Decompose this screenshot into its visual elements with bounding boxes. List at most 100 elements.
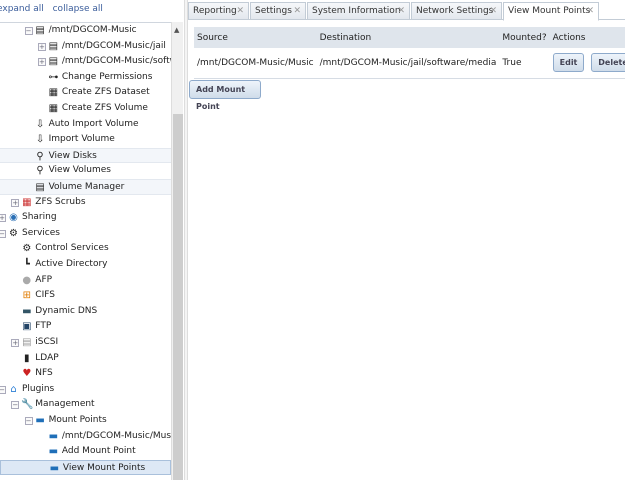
- scrollbar-thumb[interactable]: [173, 114, 183, 480]
- folder-icon: ▬: [35, 415, 45, 426]
- collapse-icon[interactable]: −: [24, 417, 33, 425]
- tree-item[interactable]: ▬/mnt/DGCOM-Music/Music: [0, 429, 171, 445]
- tree-item[interactable]: ▮ LDAP: [0, 351, 171, 367]
- close-tab-icon[interactable]: ✕: [489, 3, 497, 20]
- expand-icon[interactable]: +: [11, 339, 20, 347]
- tree-item[interactable]: ▣ FTP: [0, 319, 171, 335]
- tree-item[interactable]: − ▤/mnt/DGCOM-Music: [0, 23, 171, 39]
- tree-item-label: Create ZFS Dataset: [61, 87, 150, 98]
- tab-label: View Mount Points: [508, 6, 591, 16]
- calendar-icon: ▦: [22, 196, 32, 208]
- tree-item[interactable]: ▦ Create ZFS Dataset: [0, 85, 171, 101]
- tree-item[interactable]: ┗ Active Directory: [0, 257, 171, 273]
- tree-item[interactable]: ⚙ Control Services: [0, 241, 171, 257]
- tree-item-label: Import Volume: [48, 134, 115, 145]
- create-dataset-icon: ▦: [48, 87, 59, 99]
- tab-system-information[interactable]: System Information ✕: [307, 2, 410, 20]
- tree-item-label: Auto Import Volume: [48, 118, 139, 129]
- close-tab-icon[interactable]: ✕: [586, 3, 594, 20]
- tree-item[interactable]: +◉ Sharing: [0, 210, 171, 226]
- sharing-icon: ◉: [9, 212, 18, 224]
- key-icon: ⊶: [48, 71, 59, 83]
- tab-reporting[interactable]: Reporting ✕: [188, 2, 249, 20]
- dataset-icon: ▤: [48, 56, 59, 68]
- edit-button[interactable]: Edit: [552, 53, 585, 73]
- tree-item[interactable]: ⊞ CIFS: [0, 288, 171, 304]
- windows-icon: ⊞: [22, 290, 31, 302]
- tree-controls: expand all collapse all: [0, 4, 109, 14]
- scroll-up-icon[interactable]: ▲: [174, 26, 179, 34]
- expand-icon[interactable]: +: [37, 58, 46, 67]
- tree-item[interactable]: ⇩ Auto Import Volume: [0, 117, 171, 133]
- tree-item[interactable]: − ▬ Mount Points: [0, 413, 171, 429]
- collapse-icon[interactable]: −: [0, 229, 6, 238]
- tree-item[interactable]: + ▤/mnt/DGCOM-Music/jail: [0, 39, 171, 55]
- collapse-icon[interactable]: −: [11, 401, 20, 410]
- tree-item-label: LDAP: [35, 352, 59, 363]
- mount-points-table: Source Destination Mounted? Actions /mnt…: [194, 27, 625, 79]
- add-folder-icon: ▬: [48, 446, 59, 458]
- close-tab-icon[interactable]: ✕: [397, 3, 405, 20]
- tree-item-label: /mnt/DGCOM-Music/jail: [61, 40, 166, 51]
- expand-icon[interactable]: +: [0, 214, 6, 223]
- import-icon: ⇩: [35, 118, 45, 130]
- tree-scrollbar[interactable]: ▲: [171, 22, 183, 480]
- tree-item-label: Plugins: [22, 383, 55, 394]
- tree-item[interactable]: ♥ NFS: [0, 366, 171, 382]
- expand-icon[interactable]: +: [37, 42, 46, 51]
- collapse-all-link[interactable]: collapse all: [53, 4, 103, 14]
- tree-item[interactable]: ▦ Create ZFS Volume: [0, 101, 171, 117]
- plugins-icon: ⌂: [10, 383, 17, 395]
- tree-item[interactable]: ⚲ View Disks: [0, 147, 171, 164]
- collapse-icon[interactable]: −: [24, 27, 33, 35]
- view-disks-icon: ⚲: [36, 150, 44, 162]
- table-header-row: Source Destination Mounted? Actions: [194, 27, 625, 48]
- column-actions: Actions: [549, 27, 625, 48]
- tree-item-label: AFP: [35, 274, 53, 285]
- tree-item-label: CIFS: [35, 290, 55, 301]
- tree-item[interactable]: +▤/mnt/DGCOM-Music/software: [0, 54, 171, 70]
- tree-item[interactable]: + ▦ ZFS Scrubs: [0, 195, 171, 211]
- tree-item[interactable]: ⊶ Change Permissions: [0, 70, 171, 86]
- tree-item[interactable]: ▬ Add Mount Point: [0, 444, 171, 460]
- expand-icon[interactable]: +: [11, 198, 20, 207]
- tab-label: Network Settings: [416, 6, 494, 16]
- tree-item-label: /mnt/DGCOM-Music: [48, 25, 137, 35]
- tree-item[interactable]: ▤ Volume Manager: [0, 179, 171, 195]
- tab-label: System Information: [312, 6, 401, 16]
- nfs-icon: ♥: [22, 368, 32, 380]
- close-tab-icon[interactable]: ✕: [293, 3, 301, 20]
- column-destination: Destination: [316, 27, 500, 48]
- tree-item-label: Dynamic DNS: [35, 305, 98, 316]
- tree-item[interactable]: − 🔧 Management: [0, 397, 171, 413]
- tree-item[interactable]: + ▤ iSCSI: [0, 335, 171, 351]
- network-icon: ▬: [22, 305, 32, 317]
- collapse-icon[interactable]: −: [0, 385, 6, 394]
- tree-item-label: ZFS Scrubs: [35, 196, 86, 207]
- delete-button[interactable]: Delete: [591, 53, 625, 73]
- tab-settings[interactable]: Settings ✕: [250, 2, 306, 20]
- add-mount-point-button[interactable]: Add Mount Point: [189, 80, 261, 111]
- tree-item[interactable]: ▬ View Mount Points: [0, 459, 171, 476]
- tree-item[interactable]: ● AFP: [0, 273, 171, 289]
- create-volume-icon: ▦: [48, 103, 59, 114]
- import-icon: ⇩: [35, 134, 45, 146]
- tab-network-settings[interactable]: Network Settings ✕: [411, 2, 502, 20]
- tree-item-label: NFS: [35, 368, 53, 379]
- gears-icon: ⚙: [22, 243, 32, 255]
- tree-item-label: Add Mount Point: [61, 446, 136, 457]
- tree-item-label: Active Directory: [35, 259, 108, 269]
- wrench-icon: 🔧: [21, 399, 34, 411]
- tree-item-label: FTP: [35, 321, 52, 332]
- view-folder-icon: ▬: [49, 462, 60, 474]
- ldap-icon: ▮: [24, 352, 30, 364]
- tree-item[interactable]: ⇩ Import Volume: [0, 132, 171, 148]
- tab-view-mount-points[interactable]: View Mount Points ✕: [503, 2, 599, 21]
- expand-all-link[interactable]: expand all: [0, 4, 44, 14]
- tree-item[interactable]: ▬ Dynamic DNS: [0, 304, 171, 320]
- tree-item[interactable]: −⚙ Services: [0, 226, 171, 242]
- close-tab-icon[interactable]: ✕: [236, 3, 244, 20]
- tree-item[interactable]: ⚲ View Volumes: [0, 163, 171, 179]
- tree-item[interactable]: −⌂ Plugins: [0, 382, 171, 398]
- tree-item-label: View Mount Points: [62, 462, 146, 473]
